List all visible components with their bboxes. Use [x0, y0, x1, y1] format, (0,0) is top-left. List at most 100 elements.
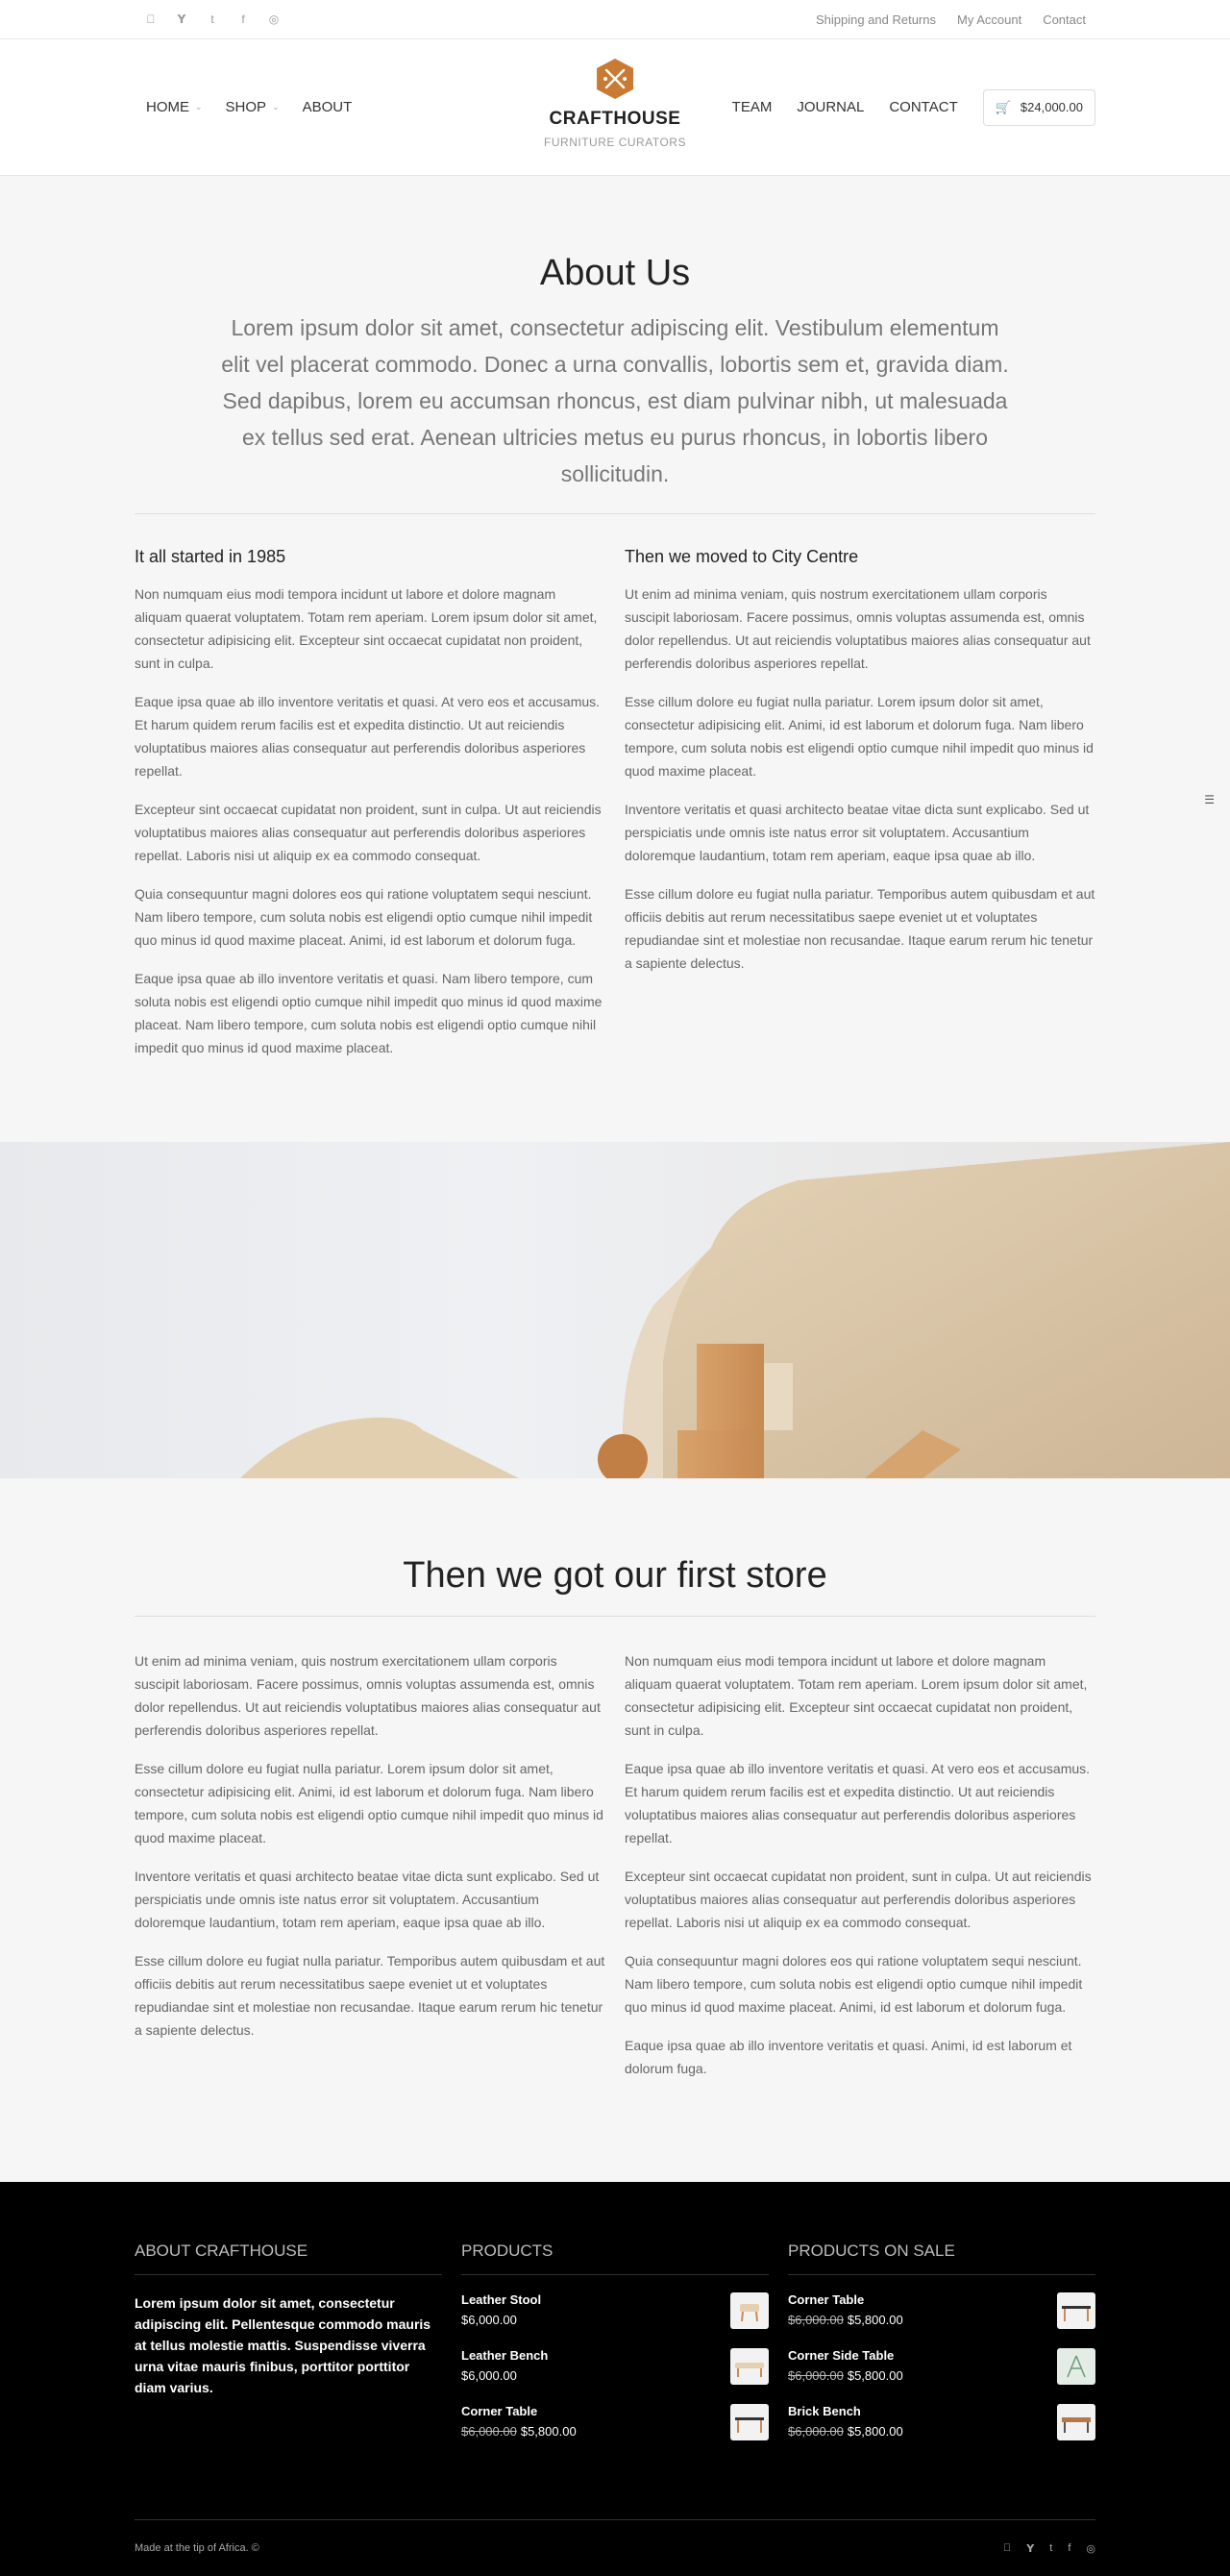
logo[interactable]: CRAFTHOUSE FURNITURE CURATORS [544, 57, 686, 149]
paragraph: Inventore veritatis et quasi architecto … [135, 1869, 600, 1930]
furniture-banner-image [0, 1142, 1230, 1478]
paragraph: Eaque ipsa quae ab illo inventore verita… [625, 2038, 1072, 2076]
product-name[interactable]: Corner Table [461, 2404, 577, 2418]
apple-icon[interactable]:  [1003, 2542, 1011, 2555]
my-account-link[interactable]: My Account [957, 12, 1021, 27]
product-name[interactable]: Corner Table [788, 2292, 903, 2307]
nav-shop[interactable]: SHOP ⌄ [226, 99, 280, 115]
bench-icon[interactable] [1057, 2404, 1095, 2440]
topbar-social:  𝗬 t f ◎ [144, 12, 281, 26]
tumblr-icon[interactable]: t [206, 12, 219, 26]
cart-button[interactable]: 🛒 $24,000.00 [982, 88, 1095, 126]
logo-tagline: FURNITURE CURATORS [544, 136, 686, 149]
product-old-price: $6,000.00 [788, 2424, 844, 2439]
product-price: $5,800.00 [847, 2368, 903, 2383]
nav-shop-label: SHOP [225, 99, 267, 115]
about-right-heading: Then we moved to City Centre [625, 547, 859, 566]
about-divider [135, 513, 1095, 514]
nav-team[interactable]: TEAM [732, 99, 773, 115]
footer-sale-title: PRODUCTS ON SALE [788, 2242, 1095, 2275]
store-left-column: Ut enim ad minima veniam, quis nostrum e… [135, 1649, 605, 2095]
logo-name: CRAFTHOUSE [549, 109, 681, 129]
product-old-price: $6,000.00 [461, 2424, 517, 2439]
store-title: Then we got our first store [403, 1555, 827, 1596]
paragraph: Inventore veritatis et quasi architecto … [625, 802, 1090, 863]
header: HOME ⌄ SHOP ⌄ ABOUT CRAFTHOUSE FURNITURE… [0, 39, 1230, 176]
product-name[interactable]: Leather Stool [461, 2292, 541, 2307]
dribbble-icon[interactable]: ◎ [1086, 2542, 1095, 2555]
paragraph: Ut enim ad minima veniam, quis nostrum e… [135, 1653, 601, 1738]
twitter-icon[interactable]: 𝗬 [1026, 2542, 1034, 2555]
footer-products: PRODUCTS Leather Stool $6,000.00 Leather… [461, 2242, 769, 2460]
logo-badge-icon [593, 57, 637, 101]
store-section: Then we got our first store Ut enim ad m… [0, 1478, 1230, 2182]
product-price: $5,800.00 [847, 2313, 903, 2327]
paragraph: Eaque ipsa quae ab illo inventore verita… [625, 1761, 1091, 1845]
product-old-price: $6,000.00 [788, 2368, 844, 2383]
product-item[interactable]: Leather Stool $6,000.00 [461, 2292, 769, 2329]
product-item[interactable]: Corner Table $6,000.00 $5,800.00 [461, 2404, 769, 2440]
nav-journal[interactable]: JOURNAL [797, 99, 864, 115]
paragraph: Quia consequuntur magni dolores eos qui … [625, 1953, 1083, 2015]
nav-right: TEAM JOURNAL CONTACT 🛒 $24,000.00 [732, 88, 1095, 126]
paragraph: Esse cillum dolore eu fugiat nulla paria… [135, 1761, 603, 1845]
table-icon[interactable] [730, 2404, 769, 2440]
product-old-price: $6,000.00 [788, 2313, 844, 2327]
nav-left: HOME ⌄ SHOP ⌄ ABOUT [135, 99, 352, 115]
page:  𝗬 t f ◎ Shipping and Returns My Accoun… [0, 0, 1230, 2576]
store-right-column: Non numquam eius modi tempora incidunt u… [625, 1649, 1095, 2095]
about-right-column: Then we moved to City Centre Ut enim ad … [625, 547, 1095, 1075]
layers-icon[interactable]: ☰ [1204, 793, 1215, 806]
paragraph: Excepteur sint occaecat cupidatat non pr… [625, 1869, 1092, 1930]
product-name[interactable]: Leather Bench [461, 2348, 548, 2363]
product-price: $6,000.00 [461, 2313, 517, 2327]
product-name[interactable]: Brick Bench [788, 2404, 903, 2418]
paragraph: Esse cillum dolore eu fugiat nulla paria… [135, 1953, 605, 2038]
side-table-icon[interactable] [1057, 2348, 1095, 2385]
twitter-icon[interactable]: 𝗬 [175, 12, 188, 26]
footer-about-title: ABOUT CRAFTHOUSE [135, 2242, 442, 2275]
sale-item[interactable]: Corner Side Table $6,000.00 $5,800.00 [788, 2348, 1095, 2385]
product-price: $5,800.00 [520, 2424, 577, 2439]
tumblr-icon[interactable]: t [1049, 2542, 1052, 2555]
footer-bottom: Made at the tip of Africa. ©  𝗬 t f ◎ [135, 2519, 1095, 2576]
about-left-column: It all started in 1985 Non numquam eius … [135, 547, 605, 1075]
footer: ABOUT CRAFTHOUSE Lorem ipsum dolor sit a… [0, 2182, 1230, 2576]
product-item[interactable]: Leather Bench $6,000.00 [461, 2348, 769, 2385]
about-section: About Us Lorem ipsum dolor sit amet, con… [0, 176, 1230, 1132]
product-price: $6,000.00 [461, 2368, 517, 2383]
topbar:  𝗬 t f ◎ Shipping and Returns My Accoun… [0, 0, 1230, 39]
chevron-down-icon: ⌄ [195, 102, 203, 111]
nav-about-label: ABOUT [302, 99, 353, 115]
table-icon[interactable] [1057, 2292, 1095, 2329]
apple-icon[interactable]:  [144, 12, 158, 26]
facebook-icon[interactable]: f [236, 12, 250, 26]
stool-icon[interactable] [730, 2292, 769, 2329]
shipping-returns-link[interactable]: Shipping and Returns [816, 12, 936, 27]
paragraph: Esse cillum dolore eu fugiat nulla paria… [625, 886, 1095, 971]
paragraph: Quia consequuntur magni dolores eos qui … [135, 886, 593, 948]
footer-social:  𝗬 t f ◎ [1003, 2542, 1095, 2555]
facebook-icon[interactable]: f [1068, 2542, 1070, 2555]
sale-item[interactable]: Corner Table $6,000.00 $5,800.00 [788, 2292, 1095, 2329]
about-lead: Lorem ipsum dolor sit amet, consectetur … [221, 315, 1009, 486]
paragraph: Non numquam eius modi tempora incidunt u… [135, 586, 598, 671]
footer-credit: Made at the tip of Africa. © [135, 2542, 259, 2554]
nav-about[interactable]: ABOUT [303, 99, 353, 115]
paragraph: Eaque ipsa quae ab illo inventore verita… [135, 971, 603, 1055]
footer-about: ABOUT CRAFTHOUSE Lorem ipsum dolor sit a… [135, 2242, 442, 2460]
nav-home[interactable]: HOME ⌄ [146, 99, 203, 115]
about-left-heading: It all started in 1985 [135, 547, 286, 566]
cart-total: $24,000.00 [1020, 100, 1083, 114]
bench-icon[interactable] [730, 2348, 769, 2385]
contact-link[interactable]: Contact [1043, 12, 1086, 27]
paragraph: Non numquam eius modi tempora incidunt u… [625, 1653, 1088, 1738]
product-name[interactable]: Corner Side Table [788, 2348, 903, 2363]
topbar-links: Shipping and Returns My Account Contact [816, 12, 1086, 27]
sale-item[interactable]: Brick Bench $6,000.00 $5,800.00 [788, 2404, 1095, 2440]
footer-products-title: PRODUCTS [461, 2242, 769, 2275]
dribbble-icon[interactable]: ◎ [267, 12, 281, 26]
about-title: About Us [539, 253, 691, 293]
nav-contact[interactable]: CONTACT [889, 99, 957, 115]
paragraph: Esse cillum dolore eu fugiat nulla paria… [625, 694, 1094, 779]
